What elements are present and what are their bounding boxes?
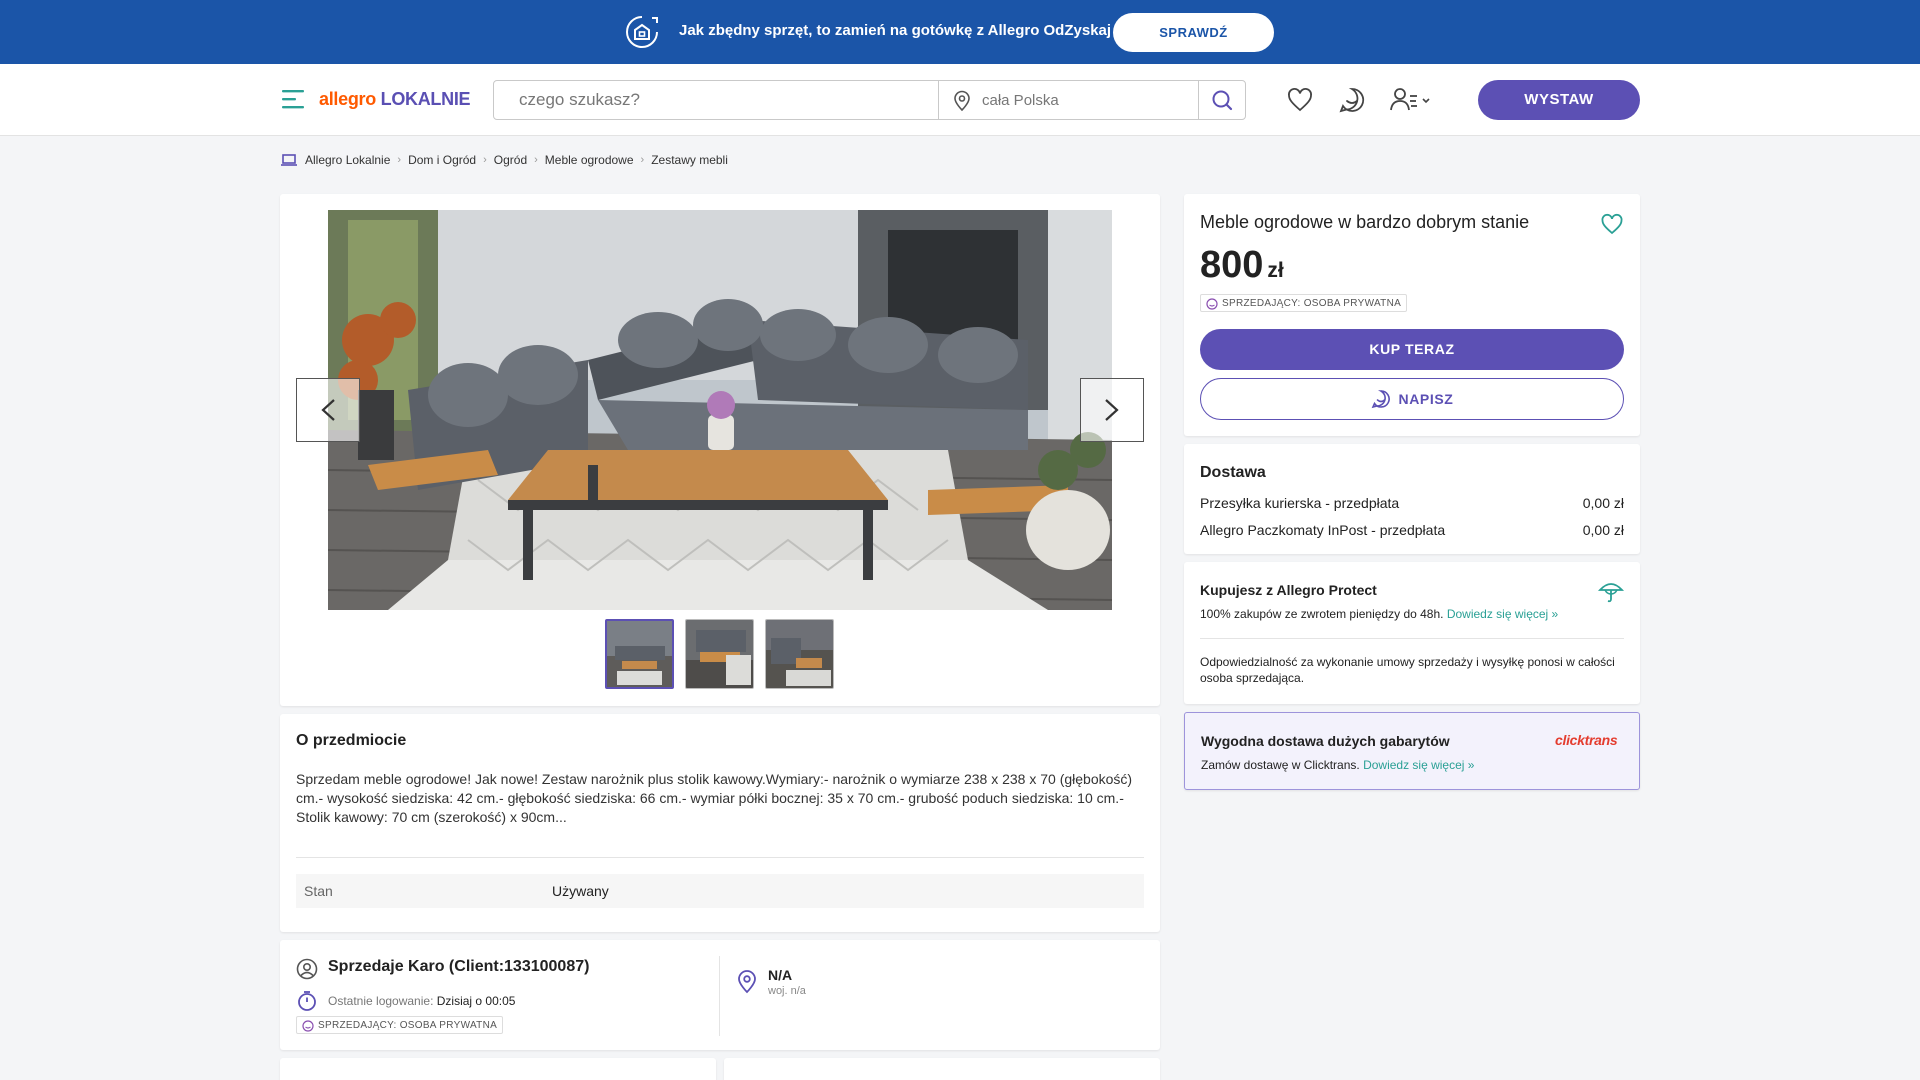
divider <box>1200 638 1624 639</box>
heart-icon[interactable] <box>1286 86 1314 114</box>
breadcrumb-item[interactable]: Dom i Ogród <box>408 153 476 167</box>
delivery-section: Dostawa Przesyłka kurierska - przedpłata… <box>1184 444 1640 554</box>
bottom-card <box>724 1058 1160 1080</box>
divider <box>719 956 720 1036</box>
main-product-photo[interactable] <box>328 210 1112 610</box>
clicktrans-section: Wygodna dostawa dużych gabarytów clicktr… <box>1184 712 1640 790</box>
smile-icon <box>302 1020 314 1032</box>
stopwatch-icon <box>298 991 316 1011</box>
search-input[interactable] <box>494 81 938 119</box>
site-header: allegro LOKALNIE WYSTAW <box>0 64 1920 136</box>
divider <box>296 857 1144 858</box>
seller-section: Sprzedaje Karo (Client:133100087) Ostatn… <box>280 940 1160 1050</box>
thumbnail-strip <box>605 619 834 689</box>
previous-photo-button[interactable] <box>296 378 360 442</box>
buy-box: Meble ogrodowe w bardzo dobrym stanie 80… <box>1184 194 1640 436</box>
search-bar <box>493 80 1246 120</box>
favorite-heart-icon[interactable] <box>1600 212 1624 236</box>
chat-icon[interactable] <box>1338 86 1366 114</box>
seller-type-badge: SPRZEDAJĄCY: OSOBA PRYWATNA <box>1200 294 1408 312</box>
section-title: O przedmiocie <box>296 732 407 749</box>
chat-icon <box>1371 390 1390 409</box>
breadcrumb-item[interactable]: Ogród <box>494 153 527 167</box>
umbrella-icon <box>1598 583 1624 603</box>
breadcrumb-item[interactable]: Meble ogrodowe <box>545 153 634 167</box>
menu-icon[interactable] <box>282 88 306 110</box>
item-description: Sprzedam meble ogrodowe! Jak nowe! Zesta… <box>296 771 1133 825</box>
protect-note: Odpowiedzialność za wykonanie umowy sprz… <box>1200 655 1615 685</box>
breadcrumb: Allegro Lokalnie › Dom i Ogród › Ogród ›… <box>281 152 728 168</box>
seller-location: N/A <box>768 967 793 983</box>
seller-region: woj. n/a <box>768 985 806 997</box>
attribute-key: Stan <box>304 883 333 899</box>
check-button[interactable]: SPRAWDŹ <box>1113 13 1274 52</box>
chevron-right-icon: › <box>397 154 402 166</box>
price: 800 zł <box>1200 244 1284 286</box>
chevron-right-icon: › <box>534 154 538 166</box>
thumbnail[interactable] <box>605 619 674 689</box>
chevron-right-icon: › <box>640 154 645 166</box>
thumbnail[interactable] <box>685 619 754 689</box>
bottom-card <box>280 1058 716 1080</box>
attribute-row: Stan Używany <box>296 874 1144 908</box>
breadcrumb-item[interactable]: Allegro Lokalnie <box>305 153 390 167</box>
learn-more-link[interactable]: Dowiedz się więcej » <box>1447 607 1558 621</box>
allegro-lokalnie-logo[interactable]: allegro LOKALNIE <box>319 89 471 110</box>
seller-type-badge: SPRZEDAJĄCY: OSOBA PRYWATNA <box>296 1016 504 1034</box>
chevron-right-icon: › <box>483 154 487 166</box>
clicktrans-logo: clicktrans <box>1555 732 1618 748</box>
search-icon[interactable] <box>1199 81 1245 119</box>
buy-now-button[interactable]: KUP TERAZ <box>1200 329 1624 370</box>
offer-title: Meble ogrodowe w bardzo dobrym stanie <box>1200 212 1530 232</box>
promo-banner: Jak zbędny sprzęt, to zamień na gotówkę … <box>0 0 1920 64</box>
location-pin-icon <box>738 970 756 994</box>
smile-icon <box>1206 298 1218 310</box>
thumbnail[interactable] <box>765 619 834 689</box>
message-seller-button[interactable]: NAPISZ <box>1200 378 1624 420</box>
delivery-option: Allegro Paczkomaty InPost - przedpłata 0… <box>1200 522 1624 538</box>
sell-button[interactable]: WYSTAW <box>1478 80 1640 120</box>
chevron-right-icon <box>1105 399 1119 421</box>
next-photo-button[interactable] <box>1080 378 1144 442</box>
photo-gallery <box>280 194 1160 706</box>
user-icon <box>296 958 318 980</box>
clicktrans-description: Zamów dostawę w Clicktrans. Dowiedz się … <box>1201 758 1475 772</box>
last-login: Ostatnie logowanie: Dzisiaj o 00:05 <box>328 994 516 1008</box>
section-title: Wygodna dostawa dużych gabarytów <box>1201 733 1450 749</box>
breadcrumb-item[interactable]: Zestawy mebli <box>651 153 728 167</box>
about-item-section: O przedmiocie Sprzedam meble ogrodowe! J… <box>280 714 1160 932</box>
protect-description: 100% zakupów ze zwrotem pieniędzy do 48h… <box>1200 607 1559 621</box>
seller-name[interactable]: Sprzedaje Karo (Client:133100087) <box>328 958 589 976</box>
user-menu-icon[interactable] <box>1390 86 1432 114</box>
allegro-protect-section: Kupujesz z Allegro Protect 100% zakupów … <box>1184 562 1640 704</box>
recycle-box-icon <box>626 16 658 48</box>
section-title: Kupujesz z Allegro Protect <box>1200 582 1377 598</box>
location-icon <box>954 90 970 112</box>
laptop-icon <box>281 154 297 166</box>
chevron-left-icon <box>321 399 335 421</box>
delivery-option: Przesyłka kurierska - przedpłata 0,00 zł <box>1200 495 1624 511</box>
promo-text: Jak zbędny sprzęt, to zamień na gotówkę … <box>679 22 1112 39</box>
search-divider <box>938 81 939 119</box>
section-title: Dostawa <box>1200 464 1266 481</box>
attribute-value: Używany <box>552 883 609 899</box>
learn-more-link[interactable]: Dowiedz się więcej » <box>1363 758 1474 772</box>
